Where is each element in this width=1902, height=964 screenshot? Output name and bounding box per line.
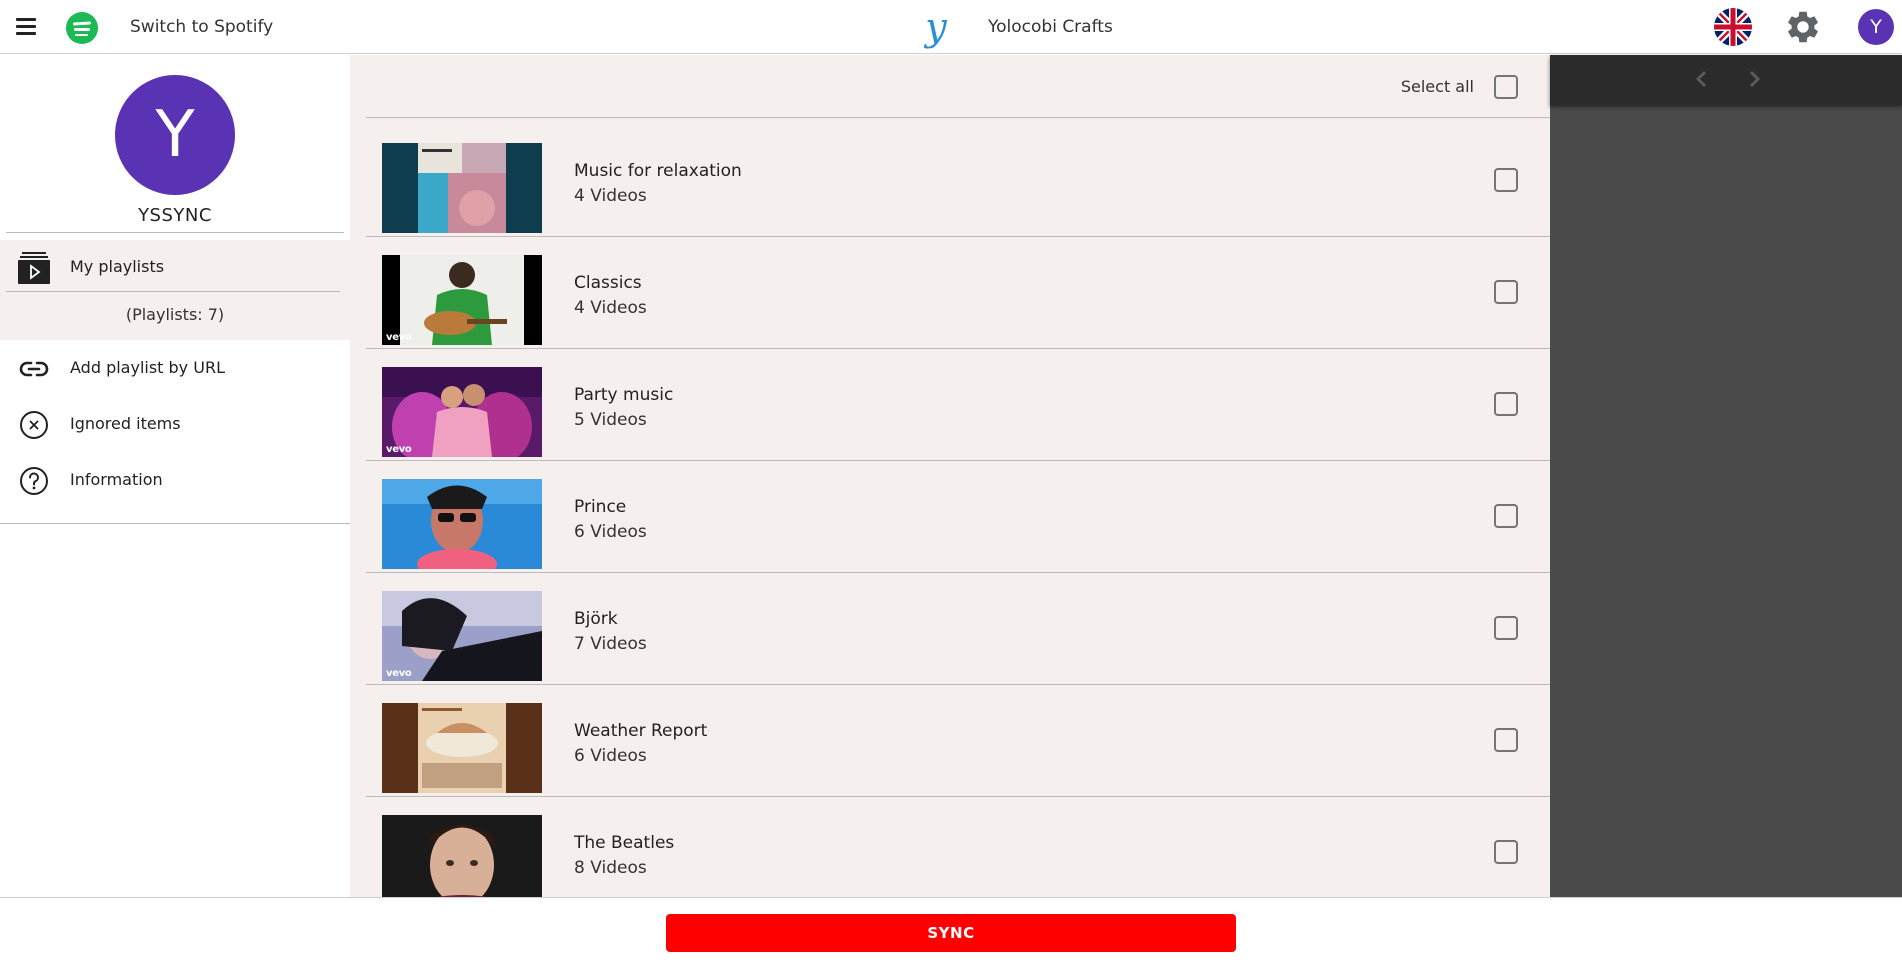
playlist-thumbnail xyxy=(382,703,542,793)
preview-panel-header xyxy=(1550,55,1902,105)
sync-button[interactable]: SYNC xyxy=(666,914,1236,952)
playlist-checkbox[interactable] xyxy=(1494,840,1518,864)
brand-name: Yolocobi Crafts xyxy=(988,17,1113,37)
username: YSSYNC xyxy=(138,205,212,226)
sidebar-item-label: Add playlist by URL xyxy=(70,358,225,377)
playlist-title: Music for relaxation xyxy=(574,161,742,181)
divider xyxy=(0,523,350,524)
playlist-video-count: 5 Videos xyxy=(574,410,647,430)
playlist-video-count: 7 Videos xyxy=(574,634,647,654)
uk-flag-icon[interactable] xyxy=(1714,8,1752,46)
playlist-count: (Playlists: 7) xyxy=(125,305,225,324)
playlist-title: Weather Report xyxy=(574,721,708,741)
brand-logo: y xyxy=(925,5,947,49)
top-bar: Switch to Spotify y Yolocobi Crafts Y xyxy=(0,0,1902,54)
playlist-video-count: 6 Videos xyxy=(574,522,647,542)
playlist-checkbox[interactable] xyxy=(1494,728,1518,752)
chevron-right-icon[interactable] xyxy=(1742,67,1766,91)
sidebar-item-my-playlists[interactable]: My playlists xyxy=(0,244,350,288)
sidebar-item-label: Ignored items xyxy=(70,414,181,433)
close-circle-icon xyxy=(18,409,50,441)
playlist-checkbox[interactable] xyxy=(1494,616,1518,640)
playlist-thumbnail xyxy=(382,143,542,233)
playlist-list: Select all Music for relaxation 4 Videos xyxy=(350,55,1550,897)
preview-panel xyxy=(1550,55,1902,897)
profile-avatar: Y xyxy=(115,75,235,195)
gear-icon[interactable] xyxy=(1784,8,1822,46)
help-circle-icon xyxy=(18,465,50,497)
vevo-badge: vevo xyxy=(386,332,412,343)
sidebar: Y YSSYNC My playlists (Playlists: 7) Add… xyxy=(0,55,350,897)
playlist-thumbnail: vevo xyxy=(382,255,542,345)
playlist-checkbox[interactable] xyxy=(1494,504,1518,528)
playlist-row[interactable]: Prince 6 Videos xyxy=(366,461,1550,573)
user-avatar[interactable]: Y xyxy=(1858,9,1894,45)
playlist-thumbnail: vevo xyxy=(382,591,542,681)
playlist-checkbox[interactable] xyxy=(1494,168,1518,192)
select-all-bar: Select all xyxy=(366,55,1550,118)
divider xyxy=(6,232,344,233)
playlist-video-count: 6 Videos xyxy=(574,746,647,766)
playlist-row[interactable]: Music for relaxation 4 Videos xyxy=(366,125,1550,237)
playlist-title: The Beatles xyxy=(574,833,675,853)
vevo-badge: vevo xyxy=(386,444,412,455)
spotify-icon[interactable] xyxy=(66,12,98,44)
playlist-video-count: 4 Videos xyxy=(574,186,647,206)
select-all-label: Select all xyxy=(1400,77,1474,96)
playlist-row[interactable]: vevo Party music 5 Videos xyxy=(366,349,1550,461)
playlist-thumbnail xyxy=(382,815,542,897)
vevo-badge: vevo xyxy=(386,668,412,679)
sidebar-item-label: Information xyxy=(70,470,163,489)
playlist-title: Björk xyxy=(574,609,618,629)
playlist-title: Party music xyxy=(574,385,674,405)
playlist-row[interactable]: The Beatles 8 Videos xyxy=(366,797,1550,897)
select-all-checkbox[interactable] xyxy=(1494,75,1518,99)
playlist-video-count: 4 Videos xyxy=(574,298,647,318)
playlist-checkbox[interactable] xyxy=(1494,280,1518,304)
playlist-row[interactable]: Weather Report 6 Videos xyxy=(366,685,1550,797)
playlist-row[interactable]: vevo Classics 4 Videos xyxy=(366,237,1550,349)
menu-icon[interactable] xyxy=(16,18,36,36)
playlist-thumbnail: vevo xyxy=(382,367,542,457)
divider xyxy=(6,291,340,292)
playlist-thumbnail xyxy=(382,479,542,569)
playlist-row[interactable]: vevo Björk 7 Videos xyxy=(366,573,1550,685)
playlist-video-count: 8 Videos xyxy=(574,858,647,878)
playlist-title: Prince xyxy=(574,497,627,517)
playlist-checkbox[interactable] xyxy=(1494,392,1518,416)
playlist-title: Classics xyxy=(574,273,642,293)
playlist-icon xyxy=(18,252,50,284)
sidebar-item-information[interactable]: Information xyxy=(0,457,350,501)
chevron-left-icon[interactable] xyxy=(1690,67,1714,91)
sidebar-item-label: My playlists xyxy=(70,257,165,276)
link-icon xyxy=(18,353,50,385)
sidebar-item-ignored-items[interactable]: Ignored items xyxy=(0,401,350,445)
switch-to-spotify-link[interactable]: Switch to Spotify xyxy=(130,17,273,37)
bottom-bar: SYNC xyxy=(0,897,1902,964)
sidebar-item-add-playlist-by-url[interactable]: Add playlist by URL xyxy=(0,345,350,389)
